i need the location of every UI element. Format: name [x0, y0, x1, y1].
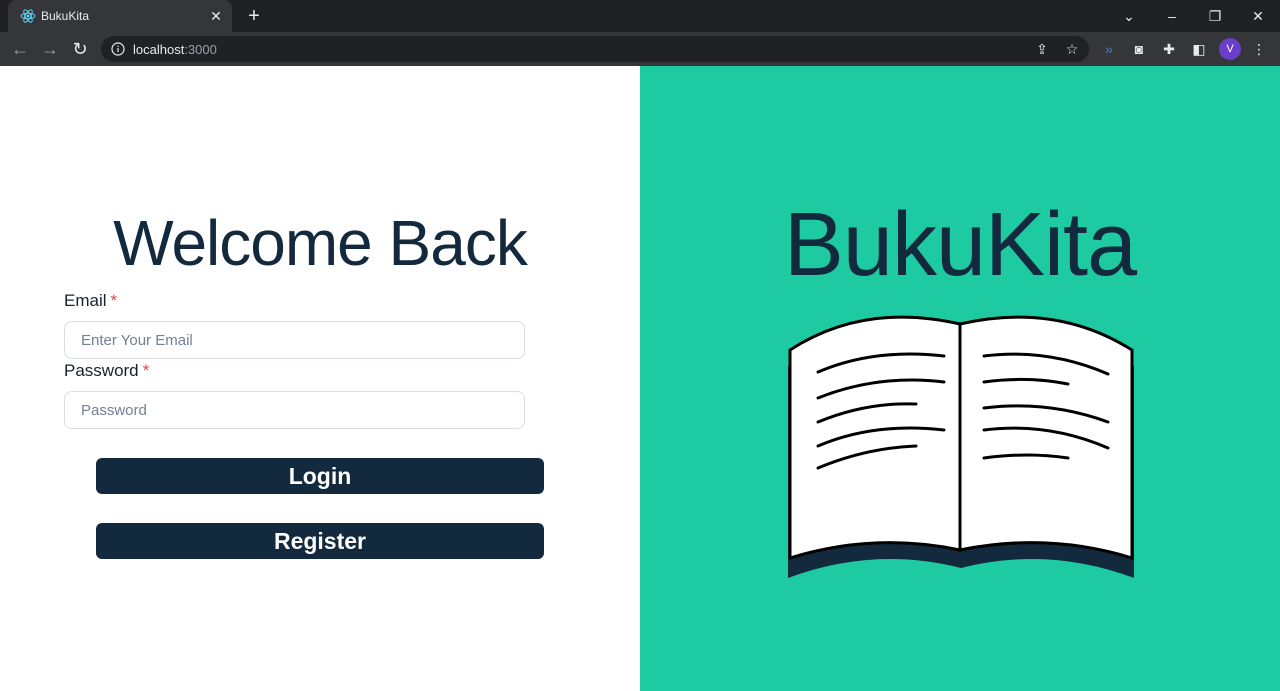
login-button[interactable]: Login [96, 458, 544, 494]
password-input[interactable] [64, 391, 525, 429]
email-input[interactable] [64, 321, 525, 359]
brand-title: BukuKita [783, 195, 1137, 295]
back-icon[interactable]: ← [8, 37, 32, 61]
browser-toolbar: ← → ↻ localhost:3000 ⇪ ☆ » ◙ ✚ ◧ V ⋮ [0, 32, 1280, 66]
welcome-heading: Welcome Back [113, 207, 528, 279]
profile-avatar[interactable]: V [1219, 38, 1241, 60]
new-tab-button[interactable]: + [244, 6, 264, 26]
address-bar[interactable]: localhost:3000 ⇪ ☆ [101, 36, 1089, 62]
required-mark: * [110, 291, 118, 310]
register-button[interactable]: Register [96, 523, 544, 559]
close-window-icon[interactable]: ✕ [1246, 4, 1270, 28]
url-host: localhost [133, 42, 185, 57]
browser-tab[interactable]: BukuKita ✕ [8, 0, 232, 32]
tab-title: BukuKita [41, 9, 90, 23]
page-content: Welcome Back Email* Password* Login Regi… [0, 66, 1280, 691]
reload-icon[interactable]: ↻ [68, 37, 92, 61]
extensions-puzzle-icon[interactable]: ✚ [1160, 40, 1178, 58]
extension-chevrons-icon[interactable]: » [1100, 40, 1118, 58]
login-panel: Welcome Back Email* Password* Login Regi… [0, 66, 640, 691]
brand-panel: BukuKita [640, 66, 1280, 691]
open-book-icon [788, 315, 1134, 578]
url-port: :3000 [184, 42, 217, 57]
more-menu-icon[interactable]: ⋮ [1250, 40, 1268, 58]
share-icon[interactable]: ⇪ [1034, 41, 1050, 57]
password-label-text: Password [64, 361, 139, 380]
close-tab-icon[interactable]: ✕ [208, 8, 224, 24]
url-text: localhost:3000 [133, 42, 217, 57]
tab-search-icon[interactable]: ⌄ [1117, 4, 1141, 28]
password-label: Password * [64, 361, 149, 381]
react-logo-icon [20, 9, 36, 23]
browser-tab-bar: BukuKita ✕ + ⌄ – ❐ ✕ [0, 0, 1280, 32]
required-mark: * [142, 361, 150, 380]
email-label-text: Email [64, 291, 107, 310]
forward-icon[interactable]: → [38, 37, 62, 61]
side-panel-icon[interactable]: ◧ [1190, 40, 1208, 58]
email-label: Email * [64, 291, 117, 311]
camera-extension-icon[interactable]: ◙ [1130, 40, 1148, 58]
restore-icon[interactable]: ❐ [1203, 4, 1227, 28]
bookmark-star-icon[interactable]: ☆ [1064, 41, 1080, 57]
minimize-icon[interactable]: – [1160, 4, 1184, 28]
site-info-icon[interactable] [111, 42, 125, 56]
